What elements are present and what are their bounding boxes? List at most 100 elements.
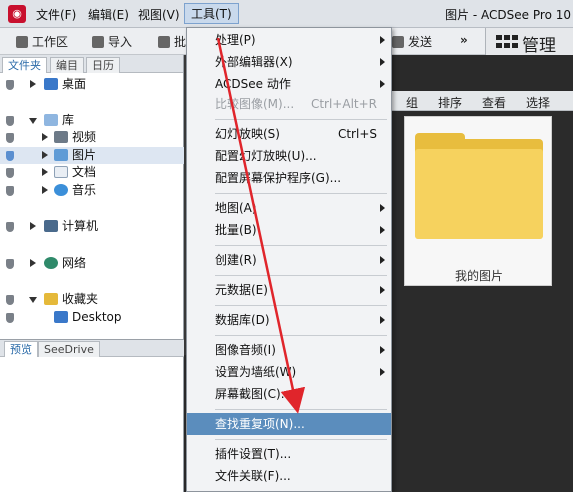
- batch-icon: [158, 36, 170, 48]
- pin-icon[interactable]: [6, 259, 14, 269]
- submenu-arrow-icon: [380, 286, 385, 294]
- menu-separator: [215, 275, 387, 276]
- document-icon: [54, 166, 68, 178]
- submenu-arrow-icon: [380, 204, 385, 212]
- workspace-button[interactable]: 工作区: [16, 33, 68, 50]
- menu-item-map[interactable]: 地图(A): [187, 197, 391, 219]
- menu-view[interactable]: 视图(V): [138, 6, 180, 23]
- menu-separator: [215, 305, 387, 306]
- expand-arrow-icon[interactable]: [42, 151, 48, 159]
- batch-button[interactable]: 批: [158, 33, 186, 50]
- tree-item-music[interactable]: 音乐: [0, 182, 184, 199]
- pin-icon[interactable]: [6, 168, 14, 178]
- menu-item-find-duplicates[interactable]: 查找重复项(N)...: [187, 413, 391, 435]
- tree-item-desktop[interactable]: 桌面: [0, 76, 184, 93]
- menu-separator: [215, 439, 387, 440]
- submenu-arrow-icon: [380, 226, 385, 234]
- pin-icon[interactable]: [6, 116, 14, 126]
- tab-seedrive[interactable]: SeeDrive: [38, 341, 100, 357]
- view-button[interactable]: 查看: [482, 94, 506, 111]
- tree-item-desktop-favorite[interactable]: Desktop: [0, 309, 184, 326]
- acdsee-logo-icon[interactable]: ◉: [8, 5, 26, 23]
- pin-icon[interactable]: [6, 295, 14, 305]
- expand-arrow-icon[interactable]: [30, 80, 36, 88]
- picture-icon: [54, 149, 68, 161]
- desktop-icon: [54, 311, 68, 323]
- submenu-arrow-icon: [380, 80, 385, 88]
- tree-item-favorites[interactable]: 收藏夹: [0, 291, 184, 308]
- select-button[interactable]: 选择: [526, 94, 550, 111]
- panel-tabs: 文件夹 编目 日历: [0, 55, 183, 73]
- library-icon: [44, 114, 58, 126]
- tree-item-network[interactable]: 网络: [0, 255, 184, 272]
- preview-tabs: 预览 SeeDrive: [0, 339, 184, 357]
- grid-icon: [496, 35, 520, 49]
- pin-icon[interactable]: [6, 133, 14, 143]
- submenu-arrow-icon: [380, 58, 385, 66]
- menu-item-file-associations[interactable]: 文件关联(F)...: [187, 465, 391, 487]
- sort-button[interactable]: 排序: [438, 94, 462, 111]
- import-button[interactable]: 导入: [92, 33, 132, 50]
- tab-catalog[interactable]: 编目: [50, 57, 84, 73]
- tree-item-documents[interactable]: 文档: [0, 164, 184, 181]
- menu-item-database[interactable]: 数据库(D): [187, 309, 391, 331]
- desktop-icon: [44, 78, 58, 90]
- file-list-toolbar: 组 排序 查看 选择: [392, 91, 573, 111]
- menu-item-metadata[interactable]: 元数据(E): [187, 279, 391, 301]
- expand-arrow-icon[interactable]: [42, 186, 48, 194]
- submenu-arrow-icon: [380, 36, 385, 44]
- menu-bar: ◉ 文件(F) 编辑(E) 视图(V) 工具(T) 图片 - ACDSee Pr…: [0, 0, 573, 28]
- collapse-arrow-icon[interactable]: [29, 118, 37, 124]
- expand-arrow-icon[interactable]: [30, 222, 36, 230]
- expand-arrow-icon[interactable]: [42, 133, 48, 141]
- menu-separator: [215, 409, 387, 410]
- menu-item-external-editors[interactable]: 外部编辑器(X): [187, 51, 391, 73]
- menu-item-set-wallpaper[interactable]: 设置为墙纸(W): [187, 361, 391, 383]
- menu-item-screen-capture[interactable]: 屏幕截图(C)...: [187, 383, 391, 405]
- pin-icon[interactable]: [6, 151, 14, 161]
- send-icon: [392, 36, 404, 48]
- menu-item-slideshow[interactable]: 幻灯放映(S) Ctrl+S: [187, 123, 391, 145]
- menu-file[interactable]: 文件(F): [36, 6, 76, 23]
- tab-folders[interactable]: 文件夹: [2, 57, 47, 73]
- tree-item-pictures[interactable]: 图片: [0, 147, 184, 164]
- menu-item-plugin-settings[interactable]: 插件设置(T)...: [187, 443, 391, 465]
- pin-icon[interactable]: [6, 80, 14, 90]
- menu-item-configure-screensaver[interactable]: 配置屏幕保护程序(G)...: [187, 167, 391, 189]
- menu-item-compare-images[interactable]: 比较图像(M)... Ctrl+Alt+R: [187, 93, 391, 115]
- submenu-arrow-icon: [380, 316, 385, 324]
- menu-item-image-audio[interactable]: 图像音频(I): [187, 339, 391, 361]
- folders-panel: 文件夹 编目 日历 桌面 库 视频 图片 文档 音乐 计算机 网络 收藏夹 De…: [0, 55, 184, 339]
- tree-item-library[interactable]: 库: [0, 112, 184, 129]
- send-button[interactable]: 发送: [392, 33, 432, 50]
- workspace-icon: [16, 36, 28, 48]
- tab-preview[interactable]: 预览: [4, 341, 38, 357]
- expand-arrow-icon[interactable]: [30, 259, 36, 267]
- folder-tile[interactable]: 我的图片: [404, 116, 552, 286]
- pin-icon[interactable]: [6, 313, 14, 323]
- menu-edit[interactable]: 编辑(E): [88, 6, 129, 23]
- menu-separator: [215, 193, 387, 194]
- menu-item-acdsee-actions[interactable]: ACDSee 动作: [187, 73, 391, 95]
- menu-item-batch[interactable]: 批量(B): [187, 219, 391, 241]
- network-icon: [44, 257, 58, 269]
- tab-calendar[interactable]: 日历: [86, 57, 120, 73]
- tools-menu: 处理(P) 外部编辑器(X) ACDSee 动作 比较图像(M)... Ctrl+…: [186, 27, 392, 492]
- video-icon: [54, 131, 68, 143]
- computer-icon: [44, 220, 58, 232]
- menu-item-configure-slideshow[interactable]: 配置幻灯放映(U)...: [187, 145, 391, 167]
- menu-item-create[interactable]: 创建(R): [187, 249, 391, 271]
- pin-icon[interactable]: [6, 222, 14, 232]
- pin-icon[interactable]: [6, 186, 14, 196]
- tree-item-video[interactable]: 视频: [0, 129, 184, 146]
- collapse-arrow-icon[interactable]: [29, 297, 37, 303]
- submenu-arrow-icon: [380, 256, 385, 264]
- tree-item-computer[interactable]: 计算机: [0, 218, 184, 235]
- menu-tools[interactable]: 工具(T): [184, 3, 239, 24]
- group-button[interactable]: 组: [406, 94, 418, 111]
- folder-label: 我的图片: [454, 269, 503, 283]
- expand-arrow-icon[interactable]: [42, 168, 48, 176]
- menu-item-process[interactable]: 处理(P): [187, 29, 391, 51]
- toolbar-overflow-button[interactable]: »: [460, 33, 468, 47]
- submenu-arrow-icon: [380, 368, 385, 376]
